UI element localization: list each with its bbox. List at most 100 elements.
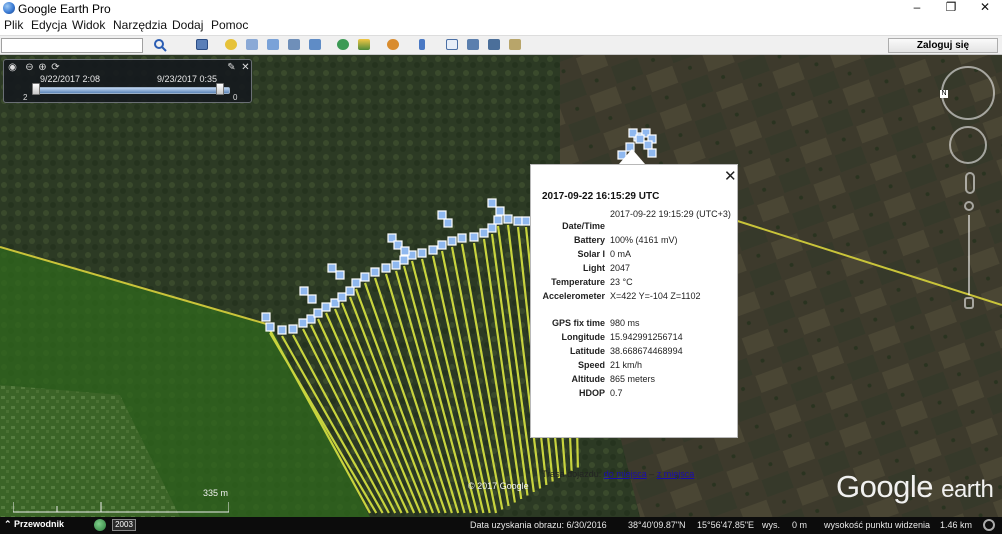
time-track[interactable] [34, 87, 230, 94]
track-point-icon[interactable] [479, 228, 489, 238]
search-button[interactable] [152, 37, 169, 53]
search-input[interactable] [1, 38, 143, 53]
zoom-slider[interactable] [962, 201, 976, 313]
track-point-icon[interactable] [487, 223, 497, 233]
imagery-year-badge[interactable]: 2003 [112, 519, 136, 531]
view-in-maps-button[interactable] [506, 37, 523, 53]
sidebar-toggle-icon [195, 39, 208, 50]
track-point-icon[interactable] [647, 148, 657, 158]
track-point-icon[interactable] [487, 198, 497, 208]
track-point-icon[interactable] [399, 255, 409, 265]
move-control[interactable] [949, 126, 987, 164]
track-point-icon[interactable] [437, 240, 447, 250]
add-placemark-button[interactable] [222, 37, 239, 53]
zoom-out-time-icon[interactable]: ⊖ [24, 62, 35, 73]
track-point-icon[interactable] [495, 206, 505, 216]
time-start-date: 9/22/2017 2:08 [40, 74, 101, 84]
track-point-icon[interactable] [321, 302, 331, 312]
add-image-overlay-button[interactable] [285, 37, 302, 53]
add-polygon-button[interactable] [243, 37, 260, 53]
track-point-icon[interactable] [261, 312, 271, 322]
save-image-icon [487, 39, 500, 50]
track-point-icon[interactable] [327, 263, 337, 273]
track-point-icon[interactable] [493, 215, 503, 225]
track-point-icon[interactable] [277, 325, 287, 335]
track-point-icon[interactable] [265, 322, 275, 332]
record-tour-button[interactable] [306, 37, 323, 53]
zoom-in-icon[interactable] [964, 201, 974, 211]
track-point-icon[interactable] [345, 286, 355, 296]
add-placemark-icon [224, 39, 237, 50]
ruler-button[interactable] [413, 37, 430, 53]
time-settings-icon[interactable]: ◉ [7, 62, 18, 73]
menu-pomoc[interactable]: Pomoc [211, 18, 248, 32]
zoom-track[interactable] [968, 215, 970, 295]
minimize-button[interactable]: – [902, 0, 932, 17]
track-point-icon[interactable] [521, 216, 531, 226]
close-time-slider-icon[interactable]: ✕ [240, 62, 251, 73]
pointer-latitude: 38°40'09.87"N [628, 520, 686, 530]
save-image-button[interactable] [485, 37, 502, 53]
repeat-icon[interactable]: ⟳ [50, 62, 61, 73]
add-path-button[interactable] [264, 37, 281, 53]
track-point-icon[interactable] [381, 263, 391, 273]
track-point-icon[interactable] [447, 236, 457, 246]
zoom-out-icon[interactable] [964, 297, 974, 309]
street-view-pegman-icon[interactable] [965, 172, 975, 194]
email-button[interactable] [443, 37, 460, 53]
menu-plik[interactable]: Plik [4, 18, 23, 32]
elevation-value: 0 m [792, 520, 808, 530]
track-point-icon[interactable] [469, 232, 479, 242]
track-point-icon[interactable] [288, 324, 298, 334]
streaming-indicator-icon [983, 519, 995, 531]
sunlight-button[interactable] [355, 37, 372, 53]
track-point-icon[interactable] [635, 134, 645, 144]
historical-imagery-status-icon[interactable] [94, 519, 106, 531]
close-window-button[interactable]: ✕ [970, 0, 1000, 17]
balloon-close-button[interactable]: ✕ [724, 167, 737, 185]
track-point-icon[interactable] [400, 246, 410, 256]
track-point-icon[interactable] [335, 270, 345, 280]
directions-from-link[interactable]: z miejsca [657, 469, 695, 479]
historical-imagery-icon [336, 39, 349, 50]
historical-imagery-button[interactable] [334, 37, 351, 53]
menu-dodaj[interactable]: Dodaj [172, 18, 203, 32]
time-start-handle[interactable] [32, 83, 40, 95]
track-point-icon[interactable] [360, 272, 370, 282]
login-button[interactable]: Zaloguj się [888, 38, 998, 53]
track-point-icon[interactable] [298, 318, 308, 328]
track-point-icon[interactable] [299, 286, 309, 296]
map-view[interactable]: ◉ ⊖ ⊕ ⟳ ✎ ✕ 9/22/2017 2:08 9/23/2017 0:3… [0, 55, 1002, 517]
zoom-in-time-icon[interactable]: ⊕ [37, 62, 48, 73]
track-point-icon[interactable] [503, 214, 513, 224]
menu-narzedzia[interactable]: Narzędzia [113, 18, 167, 32]
menu-widok[interactable]: Widok [72, 18, 105, 32]
track-point-icon[interactable] [337, 292, 347, 302]
track-point-icon[interactable] [307, 294, 317, 304]
track-point-icon[interactable] [513, 216, 523, 226]
google-earth-app-icon [3, 2, 15, 14]
track-point-icon[interactable] [313, 308, 323, 318]
wrench-icon[interactable]: ✎ [226, 62, 237, 73]
menu-edycja[interactable]: Edycja [31, 18, 67, 32]
sidebar-toggle-button[interactable] [193, 37, 210, 53]
track-point-icon[interactable] [643, 140, 653, 150]
compass-look-control[interactable]: N [940, 66, 995, 120]
balloon-row-key: Longitude [561, 332, 606, 342]
track-point-icon[interactable] [457, 233, 467, 243]
switch-to-sky-button[interactable] [384, 37, 401, 53]
guide-tab[interactable]: ⌃ Przewodnik [2, 519, 64, 532]
time-end-handle[interactable] [216, 83, 224, 95]
track-point-icon[interactable] [428, 245, 438, 255]
directions-to-link[interactable]: do miejsca [604, 469, 647, 479]
balloon-row-key: GPS fix time [551, 318, 605, 328]
track-point-icon[interactable] [370, 267, 380, 277]
track-point-icon[interactable] [391, 260, 401, 270]
track-point-icon[interactable] [417, 248, 427, 258]
track-point-icon[interactable] [437, 210, 447, 220]
track-point-icon[interactable] [351, 278, 361, 288]
print-button[interactable] [464, 37, 481, 53]
maximize-button[interactable]: ❐ [936, 0, 966, 17]
track-point-icon[interactable] [443, 218, 453, 228]
time-slider[interactable]: ◉ ⊖ ⊕ ⟳ ✎ ✕ 9/22/2017 2:08 9/23/2017 0:3… [3, 59, 252, 103]
